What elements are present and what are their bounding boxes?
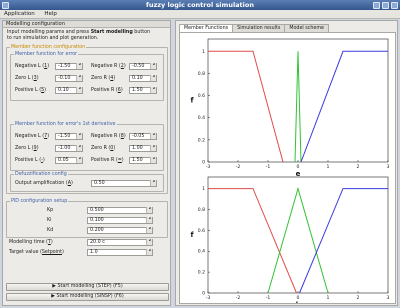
error-mf-title: Member function for error bbox=[14, 52, 79, 57]
mf-config-title: Member function configuration bbox=[10, 45, 87, 50]
y-tick-label: 0.6 bbox=[198, 93, 205, 99]
modelling-time-label: Modelling time (T) bbox=[9, 240, 53, 245]
window-titlebar: fuzzy logic control simulation bbox=[0, 0, 400, 10]
y-tick-label: 0.2 bbox=[198, 270, 205, 276]
pos-l-spinbox[interactable]: 0.10 bbox=[55, 87, 83, 94]
menu-application[interactable]: Application bbox=[0, 10, 39, 19]
dpos-l-spinbox[interactable]: 0.05 bbox=[55, 157, 83, 164]
pid-group: PID configuration setup Kp 0.500 Ki 0.10… bbox=[6, 199, 168, 238]
dneg-l-label: Negative L (7) bbox=[15, 134, 50, 139]
dpos-l-label: Positive L (-) bbox=[15, 158, 45, 163]
pos-r-label: Positive R (6) bbox=[91, 88, 123, 93]
tab-bar: Member Functions Simulation results Model … bbox=[179, 24, 330, 32]
y-tick-label: 1 bbox=[202, 186, 205, 192]
x-tick-label: 3 bbox=[387, 164, 390, 170]
zero-r-label: Zero R (4) bbox=[91, 76, 116, 81]
dzero-r-label: Zero R (0) bbox=[91, 146, 116, 151]
y-tick-label: 0 bbox=[202, 160, 205, 166]
config-panel-header: Modelling configuration bbox=[3, 21, 170, 28]
y-tick-label: 0.4 bbox=[198, 115, 205, 121]
plot-frame-1 bbox=[207, 176, 389, 294]
tab-member-functions[interactable]: Member Functions bbox=[179, 24, 234, 32]
start-step-button[interactable]: ▶ Start modelling (STEP) (F5) bbox=[6, 283, 169, 291]
maximize-icon[interactable] bbox=[382, 1, 389, 9]
x-tick-label: -3 bbox=[206, 164, 211, 170]
y-axis-label: f bbox=[190, 97, 194, 105]
x-tick-label: 2 bbox=[357, 295, 360, 301]
dneg-l-spinbox[interactable]: -1.50 bbox=[55, 133, 83, 140]
out-amp-label: Output amplification (A) bbox=[15, 181, 73, 186]
pid-title: PID configuration setup bbox=[10, 199, 69, 204]
mf-config-group: Member function configuration Member fun… bbox=[6, 45, 168, 194]
kp-spinbox[interactable]: 0.500 bbox=[87, 207, 153, 214]
intro-text-2: button bbox=[132, 30, 151, 35]
kd-label: Kd bbox=[47, 228, 54, 233]
x-tick-label: -2 bbox=[236, 295, 241, 301]
y-tick-label: 0.6 bbox=[198, 228, 205, 234]
menu-bar: Application Help bbox=[0, 10, 400, 19]
x-tick-label: -3 bbox=[206, 295, 211, 301]
dneg-r-label: Negative R (8) bbox=[91, 134, 126, 139]
y-tick-label: 0 bbox=[202, 291, 205, 297]
dneg-r-spinbox[interactable]: -0.05 bbox=[129, 133, 157, 140]
pos-r-spinbox[interactable]: 1.50 bbox=[129, 87, 157, 94]
window-title: fuzzy logic control simulation bbox=[146, 1, 254, 9]
dpos-r-spinbox[interactable]: 1.50 bbox=[129, 157, 157, 164]
dzero-l-spinbox[interactable]: -1.00 bbox=[55, 145, 83, 152]
x-tick-label: 1 bbox=[327, 295, 330, 301]
neg-r-label: Negative R (2) bbox=[91, 64, 126, 69]
target-value-label: Target value (Setpoint) bbox=[9, 250, 64, 255]
config-panel: Modelling configuration Input modelling … bbox=[2, 20, 171, 306]
plot-area: 0 0.2 0.4 0.6 0.8 1 -3 -2 -1 0 1 2 3 e f 0 0.2 0.4 0.6 0.8 1… bbox=[179, 32, 396, 308]
intro-text: Input modelling params and press Start m… bbox=[3, 28, 170, 43]
zero-l-spinbox[interactable]: -0.10 bbox=[55, 75, 83, 82]
y-axis-label: f bbox=[190, 231, 194, 239]
x-tick-label: -1 bbox=[266, 164, 271, 170]
neg-r-spinbox[interactable]: -0.50 bbox=[129, 63, 157, 70]
defuzz-group: Defuzzification config Output amplificat… bbox=[10, 172, 164, 192]
pos-l-label: Positive L (5) bbox=[15, 88, 47, 93]
defuzz-title: Defuzzification config bbox=[14, 172, 68, 177]
x-tick-label: 2 bbox=[357, 164, 360, 170]
ki-spinbox[interactable]: 0.100 bbox=[87, 217, 153, 224]
y-tick-label: 0.4 bbox=[198, 249, 205, 255]
neg-l-spinbox[interactable]: -1.50 bbox=[55, 63, 83, 70]
kd-spinbox[interactable]: 0.200 bbox=[87, 227, 153, 234]
y-tick-label: 0.2 bbox=[198, 137, 205, 143]
out-amp-spinbox[interactable]: 0.50 bbox=[91, 180, 157, 187]
intro-text-1: Input modelling params and press bbox=[7, 30, 91, 35]
dpos-r-label: Positive R (=) bbox=[91, 158, 124, 163]
ki-label: Ki bbox=[47, 218, 52, 223]
x-tick-label: 3 bbox=[387, 295, 390, 301]
zero-r-spinbox[interactable]: 0.10 bbox=[129, 75, 157, 82]
intro-text-bold: Start modelling bbox=[90, 30, 133, 35]
plots-panel: Member Functions Simulation results Model … bbox=[175, 20, 398, 308]
y-tick-label: 0.8 bbox=[198, 207, 205, 213]
minimize-icon[interactable] bbox=[373, 1, 380, 9]
membership-plots: 00.20.40.60.81-3 -2 -1 0 1 2 3ef00.20.40.60.81… bbox=[190, 38, 390, 308]
error-mf-group: Member function for error Negative L (1)… bbox=[10, 52, 164, 101]
intro-text-3: to run simulation and plot generation. bbox=[7, 35, 99, 41]
kp-label: Kp bbox=[47, 208, 54, 213]
close-icon[interactable] bbox=[391, 1, 398, 9]
window-menu-icon[interactable] bbox=[2, 1, 9, 9]
tab-simulation-results[interactable]: Simulation results bbox=[232, 24, 286, 32]
modelling-time-spinbox[interactable]: 20.0 c bbox=[87, 239, 153, 246]
dzero-r-spinbox[interactable]: 1.00 bbox=[129, 145, 157, 152]
x-tick-label: -1 bbox=[266, 295, 271, 301]
x-tick-label: -2 bbox=[236, 164, 241, 170]
start-sinsp-button[interactable]: ▶ Start modelling (SINSP) (F6) bbox=[6, 293, 169, 301]
menu-help[interactable]: Help bbox=[40, 10, 61, 19]
zero-l-label: Zero L (3) bbox=[15, 76, 39, 81]
deriv-mf-title: Member function for error's 1st derivati… bbox=[14, 122, 117, 127]
deriv-mf-group: Member function for error's 1st derivati… bbox=[10, 122, 164, 171]
y-tick-label: 0.8 bbox=[198, 71, 205, 77]
target-value-spinbox[interactable]: 1.0 bbox=[87, 249, 153, 256]
x-tick-label: 1 bbox=[327, 164, 330, 170]
tab-model-scheme[interactable]: Model scheme bbox=[284, 24, 330, 32]
y-tick-label: 1 bbox=[202, 49, 205, 55]
dzero-l-label: Zero L (9) bbox=[15, 146, 39, 151]
neg-l-label: Negative L (1) bbox=[15, 64, 50, 69]
x-axis-label: de bbox=[293, 301, 303, 303]
